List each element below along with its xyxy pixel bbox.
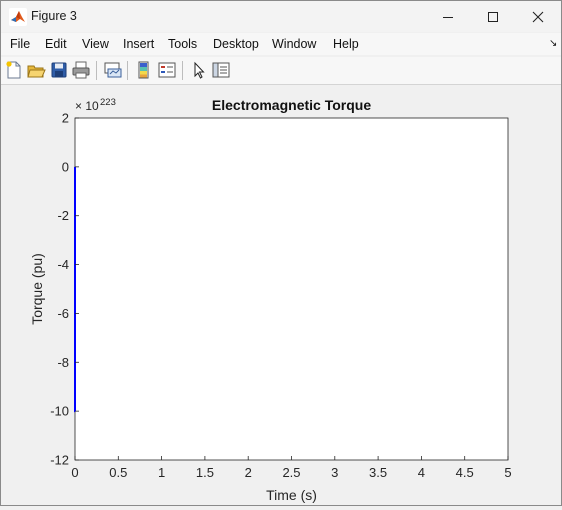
menu-edit[interactable]: Edit bbox=[45, 37, 67, 51]
pointer-icon[interactable] bbox=[189, 60, 209, 80]
dock-arrow-icon[interactable]: ↘ bbox=[549, 38, 557, 49]
figure-toolbar bbox=[1, 57, 561, 85]
menu-tools[interactable]: Tools bbox=[168, 37, 197, 51]
y-tick-label: -4 bbox=[57, 257, 69, 272]
matlab-logo-icon bbox=[9, 8, 27, 26]
x-tick-label: 1 bbox=[158, 465, 165, 480]
x-tick-label: 1.5 bbox=[196, 465, 214, 480]
figure-canvas[interactable]: 0 0.5 1 1.5 2 2.5 3 3.5 4 4.5 5 2 0 -2 -4 -6 -8 -10 -12 El… bbox=[1, 85, 561, 505]
x-tick-label: 4 bbox=[418, 465, 425, 480]
torque-plot[interactable]: 0 0.5 1 1.5 2 2.5 3 3.5 4 4.5 5 2 0 -2 -4 -6 -8 -10 -12 El… bbox=[1, 85, 561, 505]
close-icon bbox=[532, 11, 544, 23]
toolbar-separator bbox=[96, 61, 97, 80]
y-tick-label: -12 bbox=[50, 453, 69, 468]
maximize-icon bbox=[487, 11, 499, 23]
y-axis-label: Torque (pu) bbox=[29, 253, 45, 325]
legend-icon[interactable] bbox=[157, 60, 177, 80]
y-tick-label: -10 bbox=[50, 404, 69, 419]
window-title: Figure 3 bbox=[31, 9, 77, 23]
close-button[interactable] bbox=[515, 1, 561, 32]
x-tick-label: 5 bbox=[504, 465, 511, 480]
minimize-icon bbox=[442, 11, 454, 23]
x-tick-label: 0 bbox=[71, 465, 78, 480]
y-tick-label: 0 bbox=[62, 159, 69, 174]
x-tick-label: 0.5 bbox=[109, 465, 127, 480]
x-tick-label: 3.5 bbox=[369, 465, 387, 480]
link-plot-icon[interactable] bbox=[103, 60, 123, 80]
y-tick-label: -2 bbox=[57, 208, 69, 223]
figure-window: Figure 3 File Edit View Insert Tools Des… bbox=[0, 0, 562, 506]
axes-box bbox=[75, 118, 508, 460]
menu-bar: File Edit View Insert Tools Desktop Wind… bbox=[1, 33, 561, 55]
x-tick-label: 3 bbox=[331, 465, 338, 480]
print-icon[interactable] bbox=[71, 60, 91, 80]
menu-file[interactable]: File bbox=[10, 37, 30, 51]
property-inspector-icon[interactable] bbox=[211, 60, 231, 80]
toolbar-separator bbox=[127, 61, 128, 80]
maximize-button[interactable] bbox=[470, 1, 516, 32]
minimize-button[interactable] bbox=[425, 1, 471, 32]
open-file-icon[interactable] bbox=[26, 60, 46, 80]
menu-view[interactable]: View bbox=[82, 37, 109, 51]
x-tick-label: 4.5 bbox=[456, 465, 474, 480]
menu-window[interactable]: Window bbox=[272, 37, 316, 51]
new-figure-icon[interactable] bbox=[4, 60, 24, 80]
exponent-power: 223 bbox=[100, 97, 116, 108]
save-icon[interactable] bbox=[49, 60, 69, 80]
menu-insert[interactable]: Insert bbox=[123, 37, 154, 51]
x-tick-label: 2.5 bbox=[282, 465, 300, 480]
exponent-base: × 10 bbox=[75, 99, 99, 113]
y-tick-label: -6 bbox=[57, 306, 69, 321]
title-bar[interactable]: Figure 3 bbox=[1, 1, 561, 32]
y-tick-label: -8 bbox=[57, 355, 69, 370]
chart-title: Electromagnetic Torque bbox=[212, 97, 371, 113]
menu-help[interactable]: Help bbox=[333, 37, 359, 51]
y-tick-label: 2 bbox=[62, 111, 69, 126]
x-tick-label: 2 bbox=[245, 465, 252, 480]
colorbar-icon[interactable] bbox=[134, 60, 154, 80]
menu-desktop[interactable]: Desktop bbox=[213, 37, 259, 51]
x-axis-label: Time (s) bbox=[266, 487, 317, 503]
toolbar-separator bbox=[182, 61, 183, 80]
